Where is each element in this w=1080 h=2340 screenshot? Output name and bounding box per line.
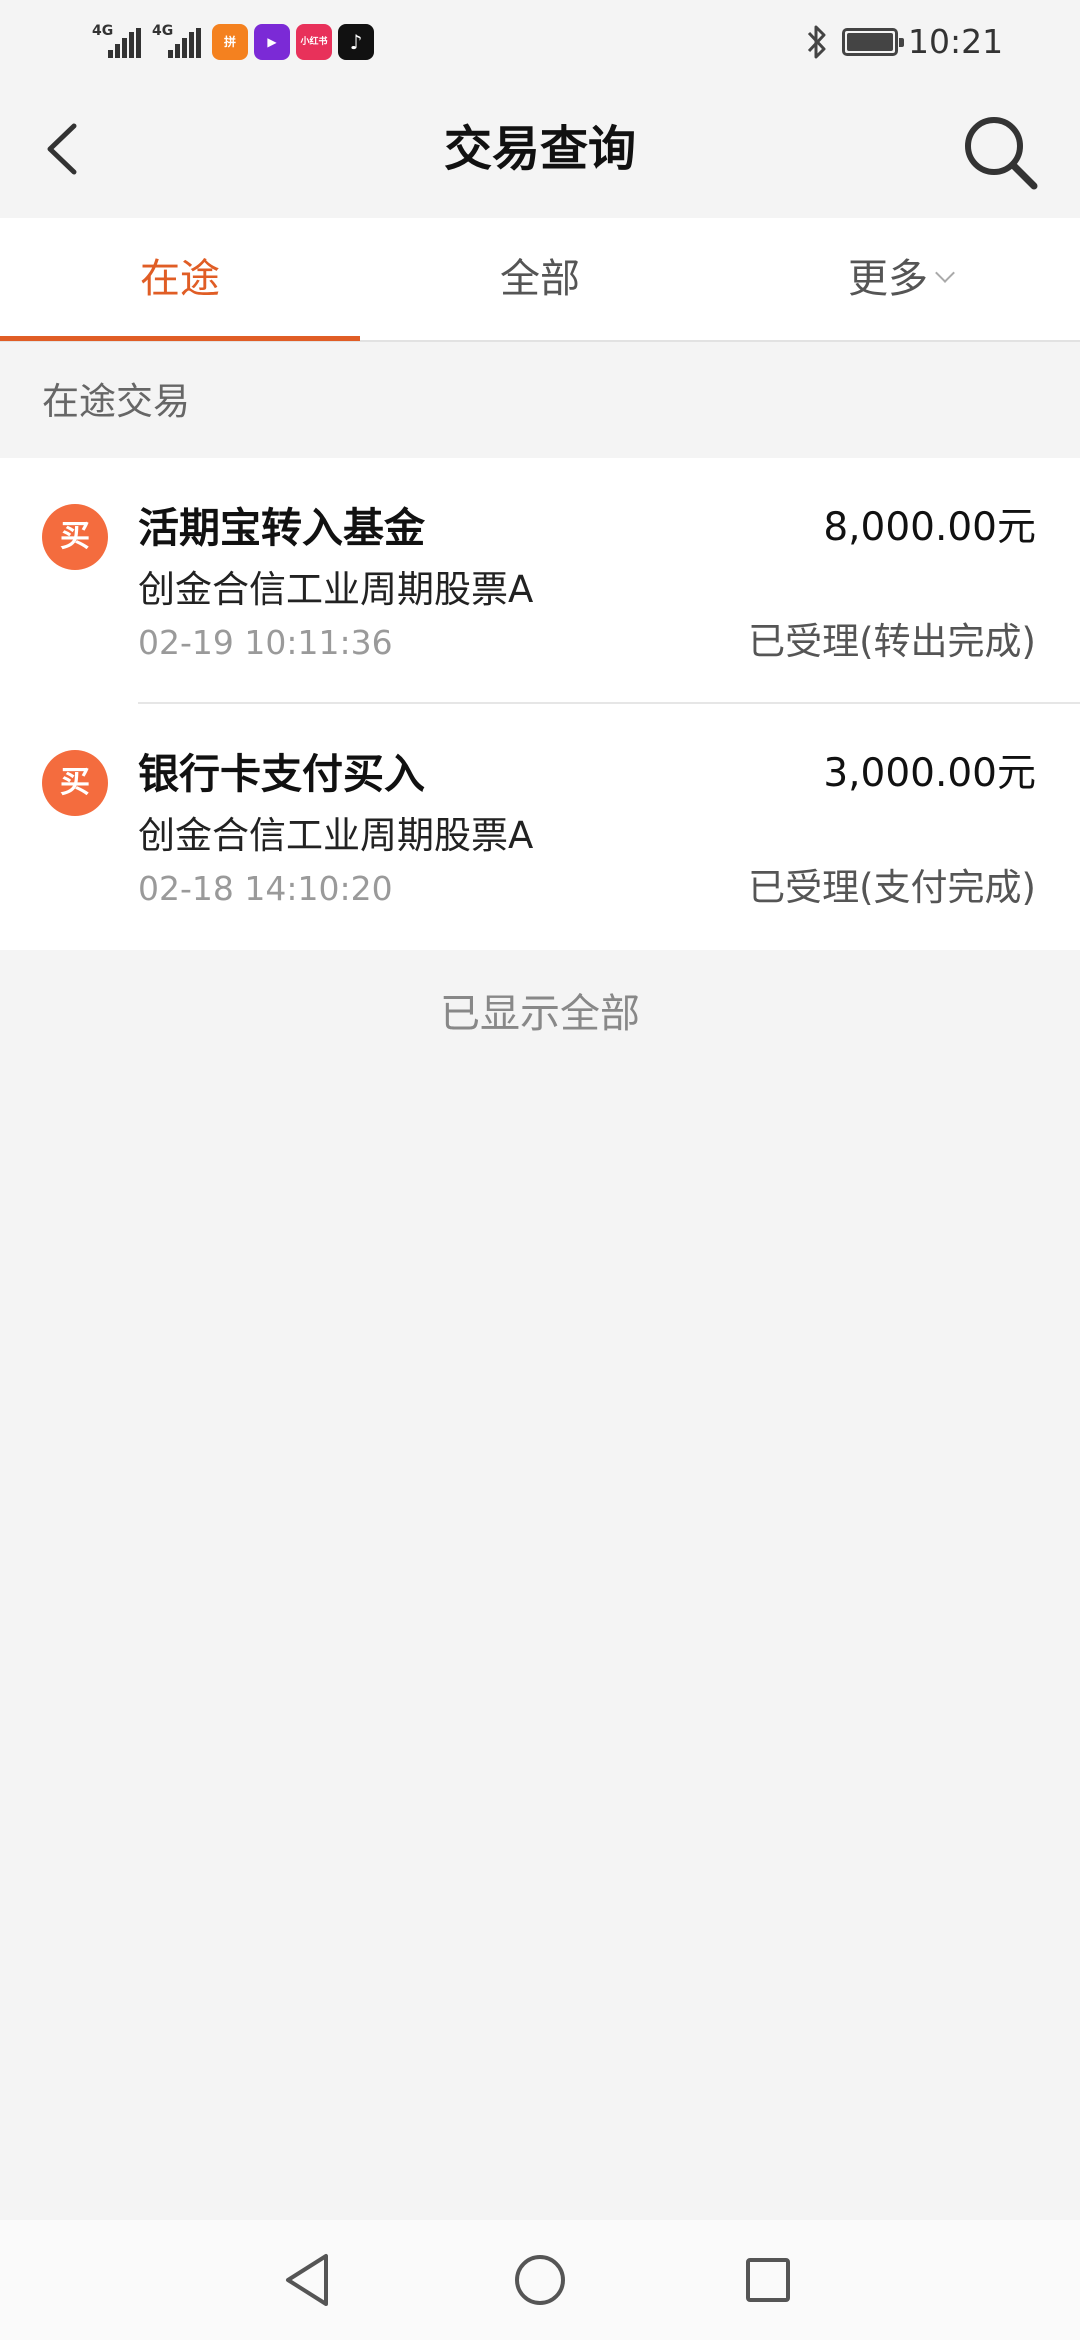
tab-bar: 在途 全部 更多 (0, 218, 1080, 342)
bluetooth-icon (807, 25, 826, 59)
transaction-fund-name: 创金合信工业周期股票A (138, 814, 534, 857)
tab-label: 在途 (140, 256, 220, 302)
taobao-app-icon: 拼 (212, 24, 248, 60)
system-navigation-bar (0, 2220, 1080, 2340)
transaction-row[interactable]: 买 活期宝转入基金 8,000.00元 创金合信工业周期股票A 02-19 10… (0, 458, 1080, 704)
search-icon[interactable] (958, 110, 1042, 194)
transaction-list: 买 活期宝转入基金 8,000.00元 创金合信工业周期股票A 02-19 10… (0, 458, 1080, 950)
signal-strength-icon: 4G (92, 22, 148, 62)
transaction-status: 已受理(转出完成) (748, 620, 1036, 663)
transaction-status: 已受理(支付完成) (748, 866, 1036, 909)
tab-all[interactable]: 全部 (360, 218, 720, 340)
transaction-title: 银行卡支付买入 (138, 750, 425, 798)
transaction-time: 02-19 10:11:36 (138, 623, 393, 662)
nav-back-icon[interactable] (268, 2240, 348, 2320)
status-time: 10:21 (908, 22, 1004, 61)
tab-label: 全部 (500, 256, 580, 302)
xiaohongshu-app-icon: 小红书 (296, 24, 332, 60)
transaction-time: 02-18 14:10:20 (138, 869, 393, 908)
transaction-amount: 3,000.00元 (823, 751, 1036, 796)
chevron-down-icon (935, 263, 955, 283)
status-bar: 4G 4G 拼 ▶ 小红书 ♪ 10:21 (0, 0, 1080, 84)
nav-home-icon[interactable] (500, 2240, 580, 2320)
tab-more[interactable]: 更多 (720, 218, 1080, 340)
tab-in-transit[interactable]: 在途 (0, 218, 360, 340)
buy-icon: 买 (42, 750, 108, 816)
transaction-amount: 8,000.00元 (823, 505, 1036, 550)
video-app-icon: ▶ (254, 24, 290, 60)
buy-icon: 买 (42, 504, 108, 570)
app-header: 交易查询 (0, 84, 1080, 218)
page-title: 交易查询 (443, 121, 636, 177)
section-title: 在途交易 (42, 380, 190, 423)
transaction-fund-name: 创金合信工业周期股票A (138, 568, 534, 611)
tab-label: 更多 (848, 256, 928, 302)
transaction-title: 活期宝转入基金 (138, 504, 425, 552)
active-tab-indicator (0, 336, 360, 341)
nav-recents-icon[interactable] (728, 2240, 808, 2320)
end-of-list-note: 已显示全部 (440, 991, 640, 1037)
signal-strength-icon: 4G (152, 22, 208, 62)
tiktok-app-icon: ♪ (338, 24, 374, 60)
battery-icon (842, 28, 904, 56)
transaction-row[interactable]: 买 银行卡支付买入 3,000.00元 创金合信工业周期股票A 02-18 14… (0, 704, 1080, 950)
